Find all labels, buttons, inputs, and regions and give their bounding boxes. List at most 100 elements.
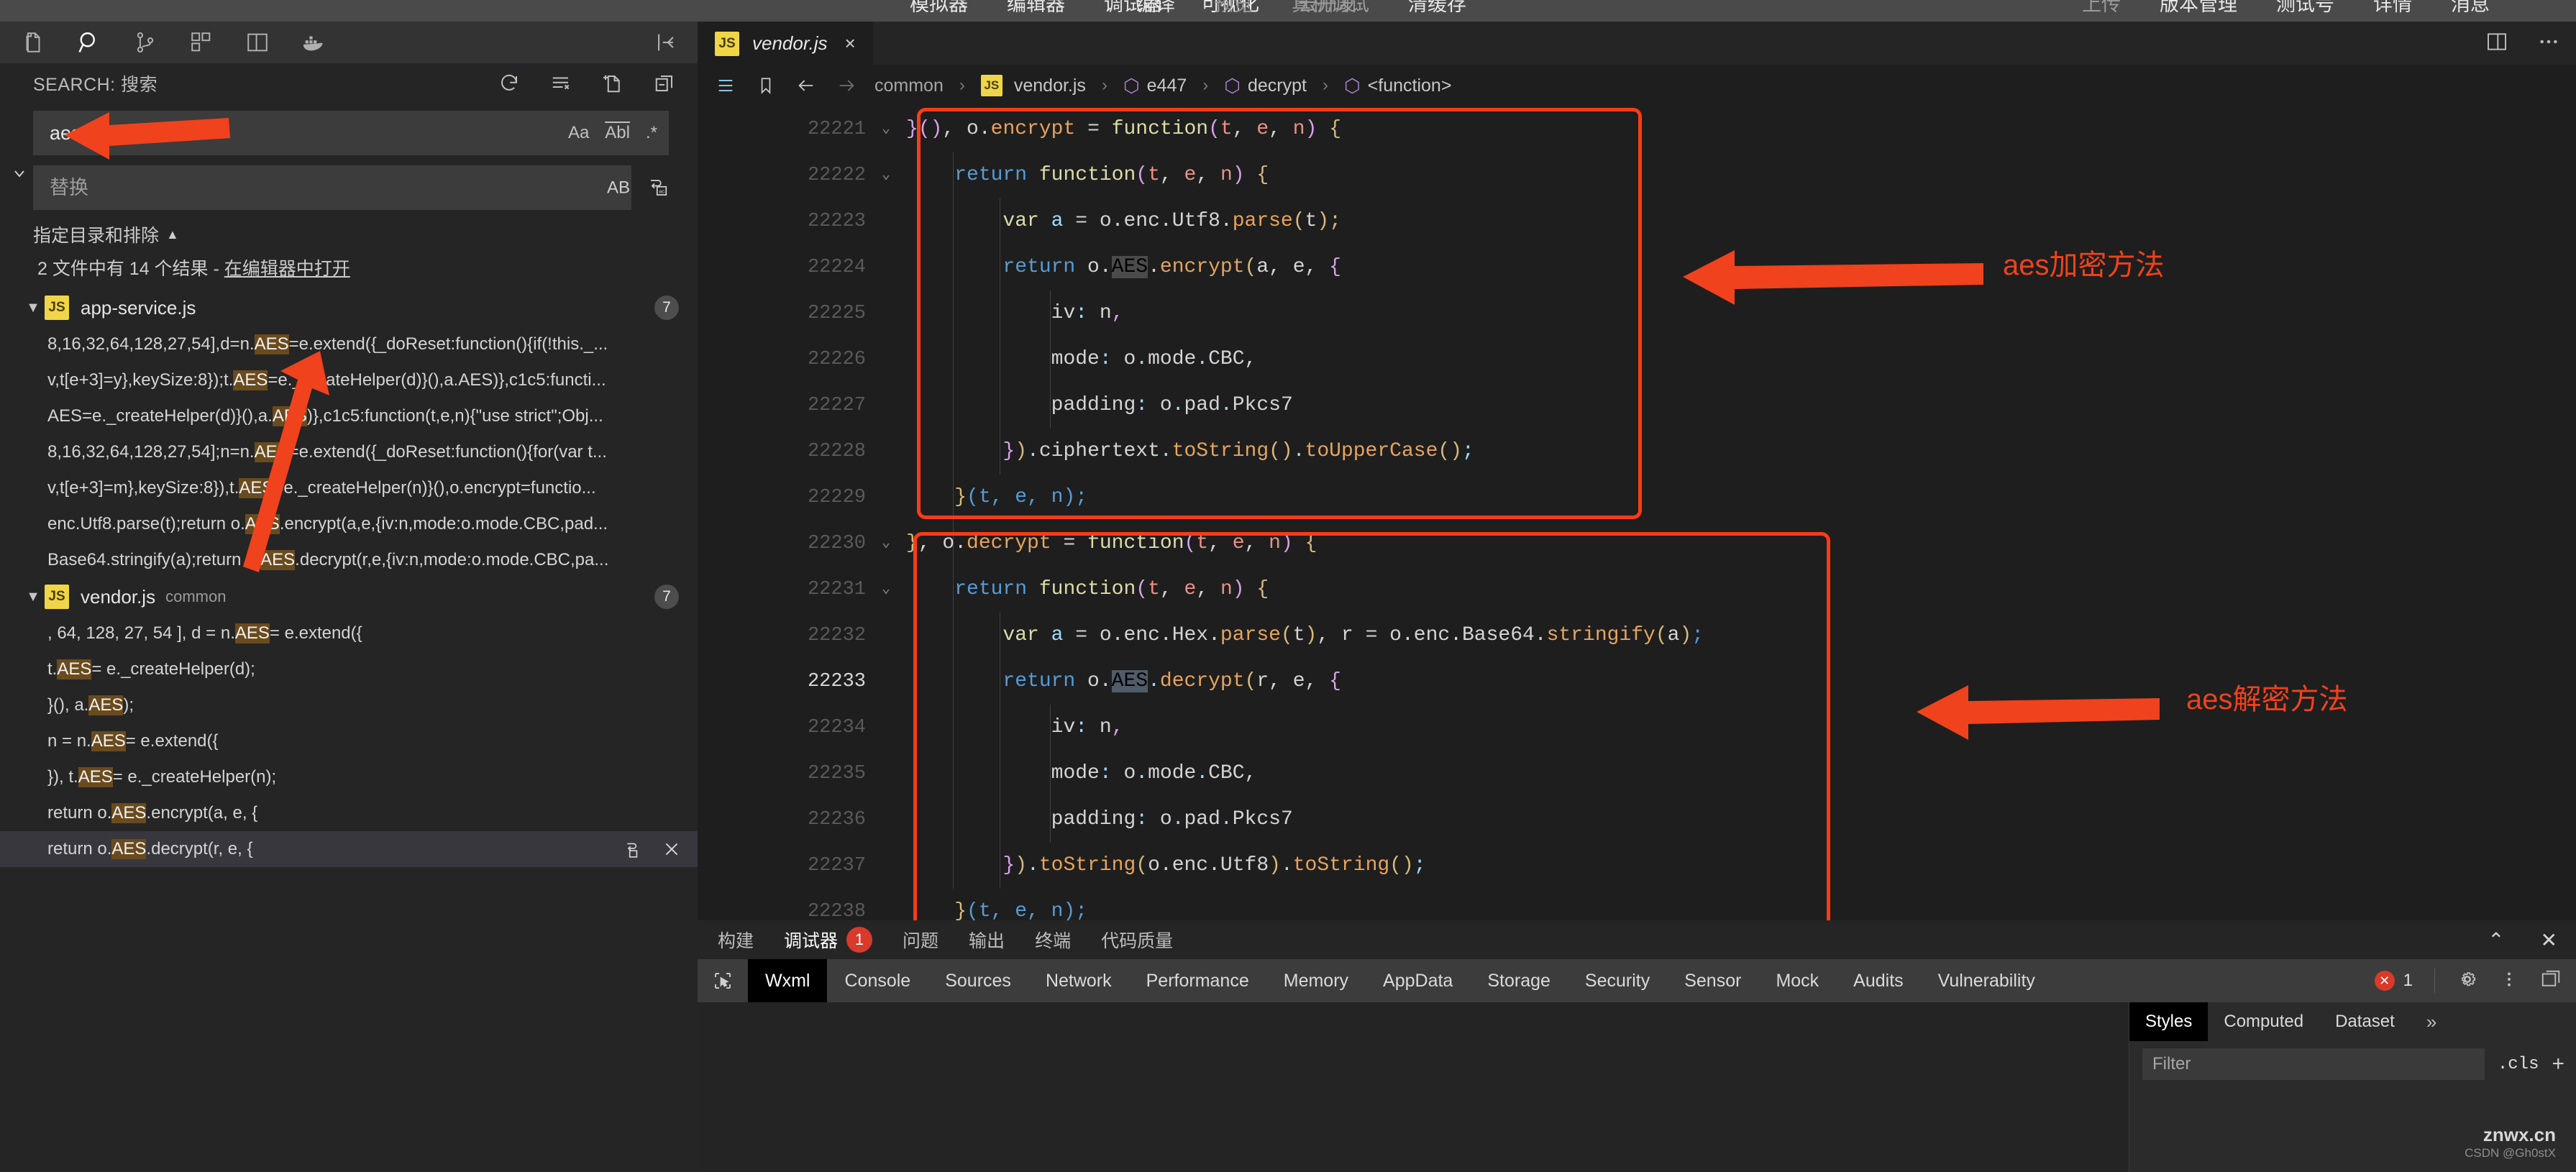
styles-filter-input[interactable] — [2142, 1048, 2485, 1080]
styles-tabs-overflow-icon[interactable]: » — [2411, 1002, 2452, 1041]
fold-icon[interactable]: ⌄ — [882, 521, 890, 567]
settings-gear-icon[interactable] — [2457, 969, 2478, 994]
devtools-tab-console[interactable]: Console — [827, 959, 928, 1002]
devtools-tab-storage[interactable]: Storage — [1470, 959, 1568, 1002]
close-icon[interactable]: ✕ — [2541, 928, 2557, 952]
outline-icon[interactable] — [713, 73, 738, 98]
error-count-badge[interactable]: ✕ 1 — [2374, 971, 2413, 991]
search-match-row[interactable]: 8,16,32,64,128,27,54];n=n. AES =e.extend({… — [0, 434, 698, 470]
fold-icon[interactable]: ⌄ — [882, 152, 890, 198]
breadcrumb-item-e447[interactable]: ⬡ e447 — [1123, 75, 1187, 97]
breadcrumb-item-function[interactable]: ⬡ <function> — [1344, 75, 1451, 97]
devtools-tab-sources[interactable]: Sources — [928, 959, 1028, 1002]
more-actions-icon[interactable] — [2537, 30, 2560, 57]
element-picker-icon[interactable] — [698, 959, 748, 1002]
collapse-sidebar-icon[interactable] — [652, 28, 680, 57]
search-match-row[interactable]: n = n. AES = e.extend({ — [0, 723, 698, 759]
top-menu-item[interactable]: 清缓存 — [1408, 0, 1466, 17]
top-menu-item[interactable]: 详情 — [2373, 0, 2412, 17]
replace-all-icon[interactable]: ac — [647, 175, 669, 201]
search-match-row[interactable]: }), t. AES = e._createHelper(n); — [0, 759, 698, 795]
breadcrumb-item-vendor-js[interactable]: JS vendor.js — [980, 75, 1086, 96]
devtools-tab-vulnerability[interactable]: Vulnerability — [1921, 959, 2052, 1002]
breadcrumb-item-common[interactable]: common — [874, 75, 944, 96]
split-editor-icon[interactable] — [2485, 30, 2508, 57]
more-vertical-icon[interactable] — [2500, 969, 2518, 994]
clear-results-icon[interactable] — [548, 70, 574, 96]
layout-icon[interactable] — [243, 28, 272, 57]
top-menu-item[interactable]: 消息 — [2451, 0, 2490, 17]
top-menu-item[interactable]: 测试号 — [2276, 0, 2334, 17]
open-new-editor-icon[interactable] — [600, 70, 626, 96]
fold-icon[interactable]: ⌄ — [882, 106, 890, 152]
toggle-replace-chevron-icon[interactable] — [7, 161, 32, 186]
twisty-down-icon[interactable]: ▼ — [22, 589, 45, 605]
back-arrow-icon[interactable] — [794, 73, 818, 98]
top-menu-item[interactable]: 编译 — [1136, 0, 1175, 17]
bookmark-icon[interactable] — [754, 73, 778, 98]
devtools-tab-sensor[interactable]: Sensor — [1667, 959, 1758, 1002]
top-menu-item[interactable]: 版本管理 — [2160, 0, 2237, 17]
devtools-tab-security[interactable]: Security — [1568, 959, 1667, 1002]
result-file-row[interactable]: ▼ JS app-service.js 7 — [0, 289, 698, 326]
use-regex-icon[interactable]: .* — [646, 123, 657, 143]
docker-icon[interactable] — [299, 28, 328, 57]
search-match-row[interactable]: }(), a. AES); — [0, 687, 698, 723]
result-file-row[interactable]: ▼ JS vendor.js common 7 — [0, 578, 698, 615]
fold-icon[interactable]: ⌄ — [882, 567, 890, 613]
styles-tab-styles[interactable]: Styles — [2129, 1002, 2209, 1041]
panel-tab-output[interactable]: 输出 — [969, 927, 1005, 953]
forward-arrow-icon[interactable] — [834, 73, 859, 98]
replace-match-icon[interactable] — [623, 839, 643, 859]
top-menu-item[interactable]: 上传 — [2082, 0, 2121, 17]
styles-tab-computed[interactable]: Computed — [2208, 1002, 2319, 1041]
devtools-tab-performance[interactable]: Performance — [1129, 959, 1266, 1002]
devtools-tab-mock[interactable]: Mock — [1758, 959, 1836, 1002]
chevron-up-icon[interactable]: ⌃ — [2488, 928, 2504, 952]
search-match-row[interactable]: return o. AES .encrypt(a, e, { — [0, 795, 698, 831]
editor-tab-vendor-js[interactable]: JS vendor.js × — [698, 22, 873, 65]
panel-tab-build[interactable]: 构建 — [718, 927, 754, 953]
explorer-icon[interactable] — [19, 28, 47, 57]
replace-input[interactable] — [33, 165, 631, 210]
search-match-row[interactable]: AES=e._createHelper(d)}(),a. AES)},c1c5:f… — [0, 398, 698, 434]
top-menu-item[interactable]: 预览 — [1214, 0, 1253, 17]
match-case-icon[interactable]: Aa — [568, 123, 589, 143]
code-lines[interactable]: }(), o.encrypt = function(t, e, n) { ret… — [906, 106, 2576, 920]
styles-tab-dataset[interactable]: Dataset — [2319, 1002, 2411, 1041]
top-menu-item[interactable]: 编辑器 — [1007, 0, 1065, 17]
top-menu-item[interactable]: 模拟器 — [910, 0, 968, 17]
breadcrumb-item-decrypt[interactable]: ⬡ decrypt — [1224, 75, 1307, 97]
refresh-icon[interactable] — [496, 70, 522, 96]
add-style-rule-button[interactable]: + — [2552, 1052, 2564, 1076]
close-icon[interactable]: × — [845, 32, 856, 55]
open-in-editor-link[interactable]: 在编辑器中打开 — [224, 259, 350, 279]
devtools-tab-network[interactable]: Network — [1028, 959, 1129, 1002]
code-editor[interactable]: 22221 ⌄ 22222 ⌄ 22223 22224 22225 22226 22… — [698, 106, 2576, 920]
devtools-tab-appdata[interactable]: AppData — [1366, 959, 1470, 1002]
wxml-tree-pane[interactable] — [698, 1002, 2129, 1172]
panel-tab-debugger[interactable]: 调试器 1 — [784, 927, 873, 953]
panel-tab-terminal[interactable]: 终端 — [1035, 927, 1071, 953]
search-match-row[interactable]: v,t[e+3]=y},keySize:8});t. AES =e._createH… — [0, 362, 698, 398]
match-whole-word-icon[interactable]: Abl — [605, 123, 630, 143]
source-control-icon[interactable] — [131, 28, 160, 57]
devtools-tab-audits[interactable]: Audits — [1836, 959, 1920, 1002]
top-menu-item[interactable]: 真机调试 — [1292, 0, 1369, 17]
panel-tab-code-quality[interactable]: 代码质量 — [1101, 927, 1173, 953]
collapse-all-icon[interactable] — [652, 70, 677, 96]
preserve-case-icon[interactable]: AB — [607, 178, 630, 198]
devtools-tab-wxml[interactable]: Wxml — [748, 959, 828, 1002]
dismiss-match-icon[interactable] — [662, 839, 682, 859]
search-icon[interactable] — [75, 28, 104, 57]
devtools-tab-memory[interactable]: Memory — [1266, 959, 1366, 1002]
search-match-row[interactable]: v,t[e+3]=m},keySize:8}),t. AES =e._createH… — [0, 470, 698, 506]
search-match-row[interactable]: enc.Utf8.parse(t);return o. AES .encrypt(a… — [0, 506, 698, 542]
twisty-down-icon[interactable]: ▼ — [22, 300, 45, 316]
search-match-row[interactable]: Base64.stringify(a);return o. AES .decrypt… — [0, 542, 698, 578]
extensions-icon[interactable] — [187, 28, 216, 57]
search-match-row[interactable]: , 64, 128, 27, 54 ], d = n. AES = e.exten… — [0, 615, 698, 651]
search-match-row[interactable]: t. AES = e._createHelper(d); — [0, 651, 698, 687]
dock-side-icon[interactable] — [2540, 969, 2562, 994]
panel-tab-problems[interactable]: 问题 — [903, 927, 938, 953]
